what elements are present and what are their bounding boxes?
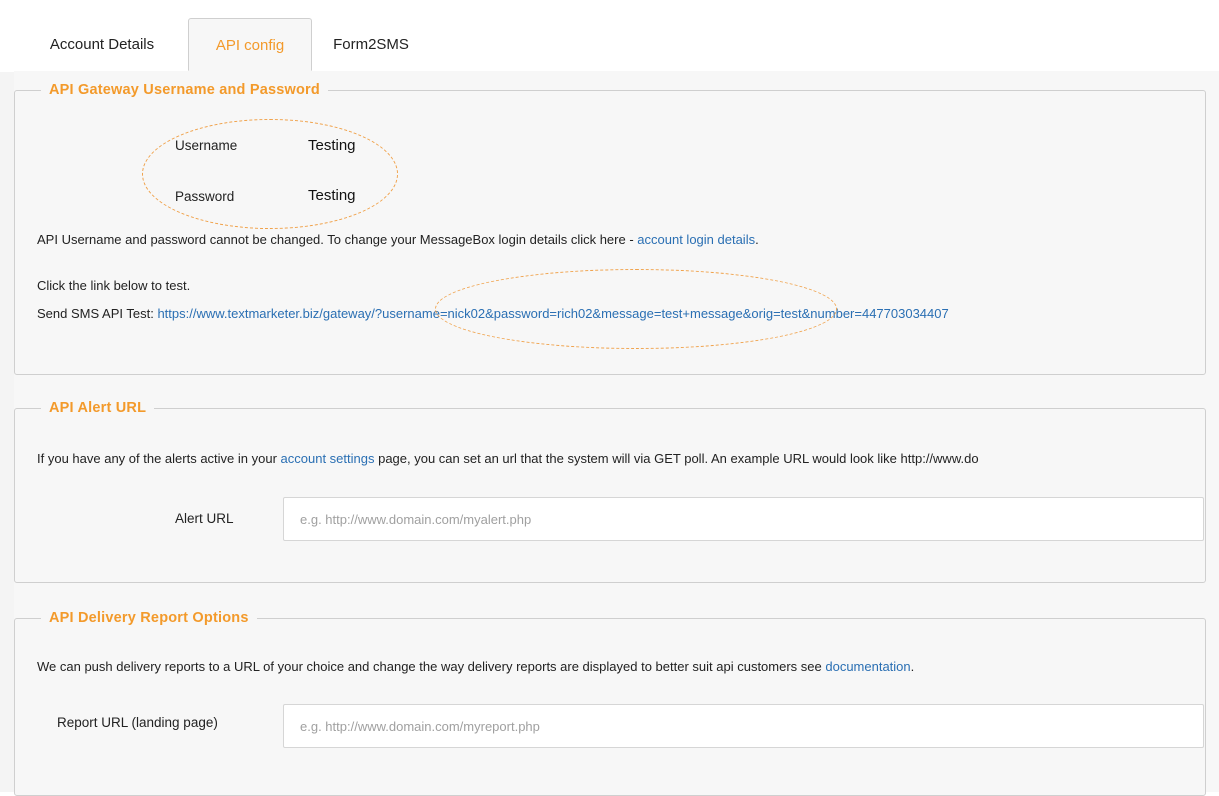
gateway-credentials-section: API Gateway Username and Password Userna… — [14, 82, 1206, 375]
tab-api-config[interactable]: API config — [188, 18, 312, 71]
credentials-notice-end: . — [755, 232, 759, 247]
tab-form2sms[interactable]: Form2SMS — [312, 18, 430, 71]
account-login-details-link[interactable]: account login details — [637, 232, 755, 247]
alert-section-title: API Alert URL — [41, 400, 155, 416]
api-test-label: Send SMS API Test: — [37, 306, 158, 321]
documentation-link[interactable]: documentation — [825, 659, 910, 674]
username-value: Testing — [308, 137, 356, 154]
credentials-notice-text: API Username and password cannot be chan… — [37, 232, 638, 247]
tab-account-details[interactable]: Account Details — [22, 18, 182, 71]
account-settings-link[interactable]: account settings — [281, 451, 375, 466]
credentials-highlight-ellipse — [142, 119, 398, 229]
delivery-description-end: . — [910, 659, 915, 674]
username-label: Username — [175, 138, 238, 153]
delivery-section-title: API Delivery Report Options — [41, 610, 257, 626]
tab-content-panel: API Gateway Username and Password Userna… — [14, 71, 1219, 796]
api-test-line: Send SMS API Test: https://www.textmarke… — [37, 306, 949, 321]
alert-url-section: API Alert URL If you have any of the ale… — [14, 400, 1206, 583]
tab-strip: Account Details API config Form2SMS — [14, 18, 1219, 72]
delivery-description-start: We can push delivery reports to a URL of… — [37, 659, 826, 674]
gateway-section-title: API Gateway Username and Password — [41, 82, 328, 98]
alert-url-label: Alert URL — [175, 511, 234, 526]
alert-description: If you have any of the alerts active in … — [37, 451, 979, 466]
api-test-url-link[interactable]: https://www.textmarketer.biz/gateway/?us… — [157, 306, 948, 321]
report-url-input[interactable] — [283, 704, 1204, 748]
alert-description-start: If you have any of the alerts active in … — [37, 451, 281, 466]
alert-description-end: page, you can set an url that the system… — [374, 451, 979, 466]
test-intro-text: Click the link below to test. — [37, 278, 191, 293]
password-value: Testing — [308, 187, 356, 204]
credentials-notice: API Username and password cannot be chan… — [37, 232, 759, 247]
alert-url-input[interactable] — [283, 497, 1204, 541]
delivery-description: We can push delivery reports to a URL of… — [37, 659, 914, 674]
report-url-label: Report URL (landing page) — [57, 715, 218, 730]
password-label: Password — [175, 189, 235, 204]
api-settings-window: Account Details API config Form2SMS API … — [0, 0, 1219, 796]
delivery-report-section: API Delivery Report Options We can push … — [14, 610, 1206, 796]
tab-bar: Account Details API config Form2SMS — [0, 0, 1219, 72]
